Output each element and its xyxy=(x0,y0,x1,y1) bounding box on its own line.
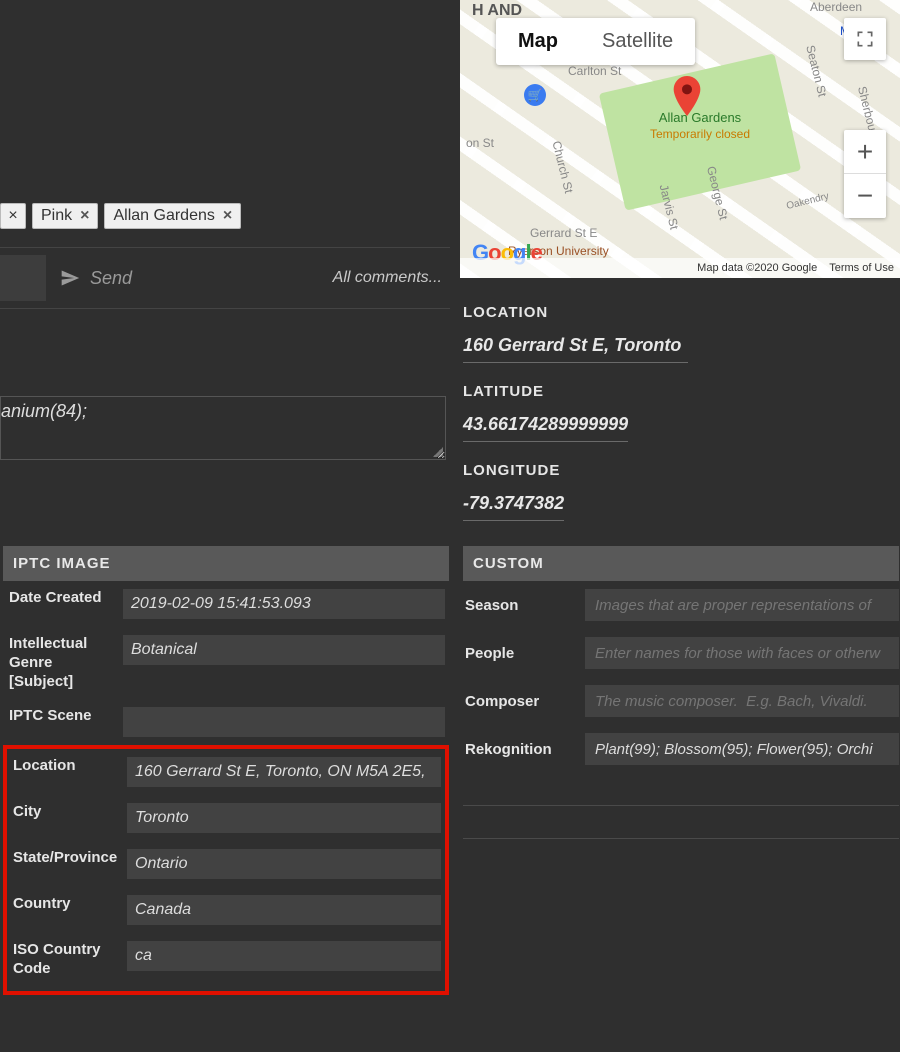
label-state: State/Province xyxy=(13,849,119,868)
map-data-text: Map data ©2020 Google xyxy=(697,262,817,274)
value-longitude[interactable]: -79.3747382 xyxy=(463,491,564,521)
geo-block: LOCATION 160 Gerrard St E, Toronto LATIT… xyxy=(463,294,893,521)
input-iso-country-code[interactable] xyxy=(127,941,441,971)
terms-link[interactable]: Terms of Use xyxy=(829,262,894,274)
value-location[interactable]: 160 Gerrard St E, Toronto xyxy=(463,333,688,363)
description-text: anium(84); xyxy=(1,401,87,421)
tag-remove-icon[interactable]: × xyxy=(0,203,26,229)
shop-pin-icon[interactable]: 🛒 xyxy=(524,84,546,106)
label-iso-country-code: ISO Country Code xyxy=(13,941,119,979)
send-icon xyxy=(60,268,80,288)
map[interactable]: Allan Gardens Temporarily closed blaws M… xyxy=(460,0,900,278)
send-button[interactable]: Send xyxy=(60,268,132,289)
label-composer: Composer xyxy=(465,693,577,710)
input-intellectual-genre[interactable] xyxy=(123,635,445,665)
tag-label: Pink xyxy=(41,207,72,225)
label-country: Country xyxy=(13,895,119,914)
label-date-created: Date Created xyxy=(9,589,115,608)
zoom-controls: + − xyxy=(844,130,886,218)
input-season[interactable] xyxy=(585,589,899,621)
zoom-out-button[interactable]: − xyxy=(844,174,886,218)
custom-header: CUSTOM xyxy=(463,546,899,581)
all-comments-link[interactable]: All comments... xyxy=(333,269,450,287)
divider xyxy=(463,838,899,839)
input-people[interactable] xyxy=(585,637,899,669)
tag-allan-gardens[interactable]: Allan Gardens × xyxy=(104,203,241,229)
iptc-header: IPTC IMAGE xyxy=(3,546,449,581)
divider xyxy=(463,805,899,806)
input-city[interactable] xyxy=(127,803,441,833)
description-textarea[interactable]: anium(84); xyxy=(0,396,446,460)
input-country[interactable] xyxy=(127,895,441,925)
fullscreen-icon xyxy=(855,29,875,49)
tag-list: × Pink × Allan Gardens × xyxy=(0,203,241,229)
comment-bar: Send All comments... xyxy=(0,247,450,309)
close-icon[interactable]: × xyxy=(223,207,232,225)
map-type-map[interactable]: Map xyxy=(496,18,580,65)
label-location: Location xyxy=(13,757,119,776)
label-intellectual-genre: Intellectual Genre [Subject] xyxy=(9,635,115,691)
fullscreen-button[interactable] xyxy=(844,18,886,60)
street-aberdeen: Aberdeen xyxy=(810,0,862,14)
iptc-panel: IPTC IMAGE Date Created Intellectual Gen… xyxy=(3,546,449,995)
street-carlton: Carlton St xyxy=(568,64,621,78)
map-attribution: Map data ©2020 Google Terms of Use xyxy=(460,258,900,278)
label-season: Season xyxy=(465,597,577,614)
label-people: People xyxy=(465,645,577,662)
street-gerrard: Gerrard St E xyxy=(530,226,597,240)
tag-label: Allan Gardens xyxy=(113,207,214,225)
label-rekognition: Rekognition xyxy=(465,741,577,758)
map-marker-icon[interactable] xyxy=(673,76,701,116)
input-state[interactable] xyxy=(127,849,441,879)
input-rekognition[interactable] xyxy=(585,733,899,765)
street-on: on St xyxy=(466,136,494,150)
label-latitude: LATITUDE xyxy=(463,383,893,400)
send-label: Send xyxy=(90,268,132,289)
tag-pink[interactable]: Pink × xyxy=(32,203,98,229)
label-location-heading: LOCATION xyxy=(463,304,893,321)
poi-status: Temporarily closed xyxy=(650,127,750,141)
avatar[interactable] xyxy=(0,255,46,301)
label-city: City xyxy=(13,803,119,822)
close-icon[interactable]: × xyxy=(80,207,89,225)
highlight-box: Location City State/Province Country ISO… xyxy=(3,745,449,995)
input-location[interactable] xyxy=(127,757,441,787)
value-latitude[interactable]: 43.66174289999999 xyxy=(463,412,628,442)
input-composer[interactable] xyxy=(585,685,899,717)
custom-panel: CUSTOM Season People Composer Rekognitio… xyxy=(463,546,899,863)
label-iptc-scene: IPTC Scene xyxy=(9,707,115,726)
zoom-in-button[interactable]: + xyxy=(844,130,886,174)
resize-handle-icon[interactable] xyxy=(433,447,443,457)
input-iptc-scene[interactable] xyxy=(123,707,445,737)
map-type-satellite[interactable]: Satellite xyxy=(580,18,695,65)
label-longitude: LONGITUDE xyxy=(463,462,893,479)
input-date-created[interactable] xyxy=(123,589,445,619)
map-type-toggle: Map Satellite xyxy=(496,18,695,65)
